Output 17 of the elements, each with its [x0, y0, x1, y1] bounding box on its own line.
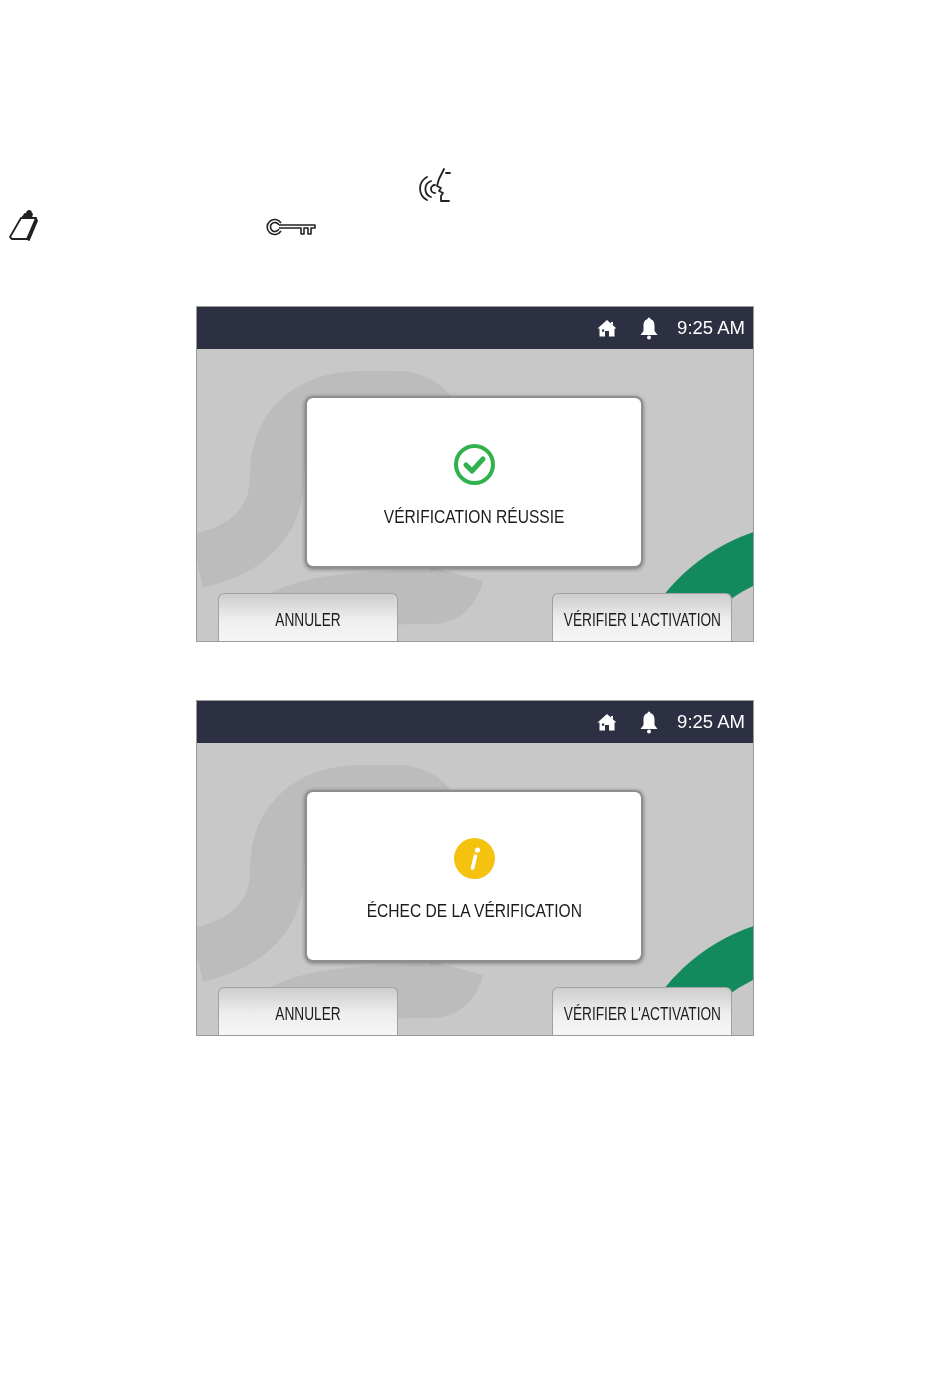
info-icon: [453, 838, 495, 879]
cancel-button[interactable]: ANNULER: [218, 593, 398, 641]
home-icon[interactable]: [597, 319, 618, 337]
bell-icon: [640, 710, 659, 734]
dialog-message: ÉCHEC DE LA VÉRIFICATION: [366, 900, 582, 922]
clock-time: 9:25 AM: [677, 711, 745, 733]
verify-activation-button[interactable]: VÉRIFIER L'ACTIVATION: [552, 987, 732, 1035]
clock-time: 9:25 AM: [677, 317, 745, 339]
verify-activation-button[interactable]: VÉRIFIER L'ACTIVATION: [552, 593, 732, 641]
cancel-button[interactable]: ANNULER: [218, 987, 398, 1035]
check-circle-icon: [453, 444, 495, 485]
speaking-profile-icon: [418, 168, 452, 203]
home-icon[interactable]: [597, 713, 618, 731]
clipboard-icon: [8, 210, 40, 241]
bell-icon: [640, 316, 659, 340]
dialog-message: VÉRIFICATION RÉUSSIE: [383, 506, 565, 528]
key-icon: [266, 218, 316, 236]
